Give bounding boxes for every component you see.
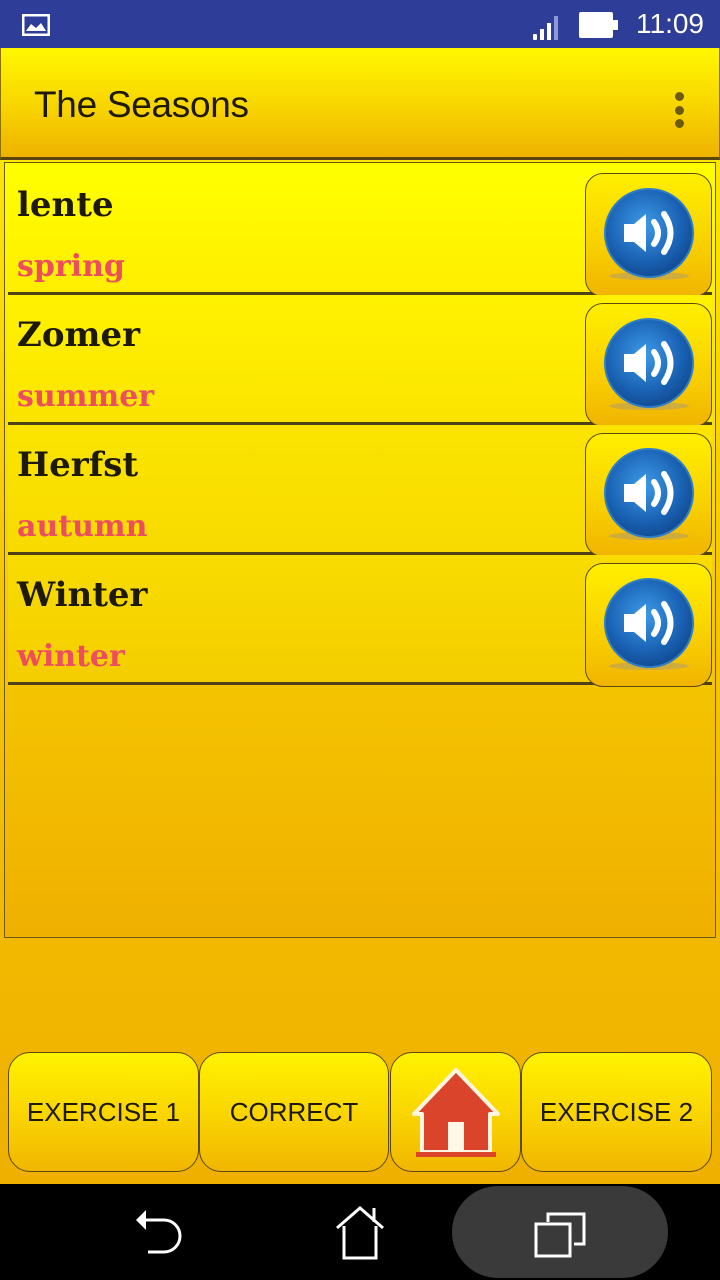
play-audio-button[interactable] [585,433,712,557]
list-item: Herfst autumn [8,425,712,557]
speaker-icon [604,188,694,280]
bottom-button-bar: EXERCISE 1 CORRECT EXERCISE 2 [0,1052,720,1174]
speaker-icon [604,318,694,410]
english-translation: winter [17,639,125,674]
gallery-icon [22,14,50,36]
home-icon [411,1068,500,1157]
home-button[interactable] [390,1052,521,1172]
speaker-icon [604,448,694,540]
page-title: The Seasons [34,84,249,125]
toolbar: The Seasons [0,48,720,160]
dutch-word: Zomer [17,315,141,355]
english-translation: summer [17,379,155,414]
exercise-2-button[interactable]: EXERCISE 2 [521,1052,712,1172]
english-translation: autumn [17,509,148,544]
play-audio-button[interactable] [585,303,712,427]
signal-icon [533,16,558,40]
system-nav-bar [0,1184,720,1280]
dutch-word: Winter [17,575,148,615]
list-item: Zomer summer [8,295,712,427]
play-audio-button[interactable] [585,563,712,687]
correct-button[interactable]: CORRECT [199,1052,389,1172]
clock: 11:09 [636,8,704,39]
battery-icon [579,12,618,38]
recents-icon[interactable] [534,1212,586,1258]
speaker-icon [604,578,694,670]
list-item: Winter winter [8,555,712,687]
app-screen: The Seasons lente spring Zomer summer He… [0,48,720,1184]
dutch-word: Herfst [17,445,139,485]
dutch-word: lente [17,185,114,225]
english-translation: spring [17,249,125,284]
vocabulary-list: lente spring Zomer summer Herfst autumn … [4,162,716,938]
list-item: lente spring [8,165,712,297]
play-audio-button[interactable] [585,173,712,297]
back-icon[interactable] [134,1208,186,1256]
status-bar: 11:09 [0,0,720,48]
home-icon[interactable] [334,1206,386,1260]
exercise-1-button[interactable]: EXERCISE 1 [8,1052,199,1172]
more-vert-icon[interactable] [669,92,689,128]
